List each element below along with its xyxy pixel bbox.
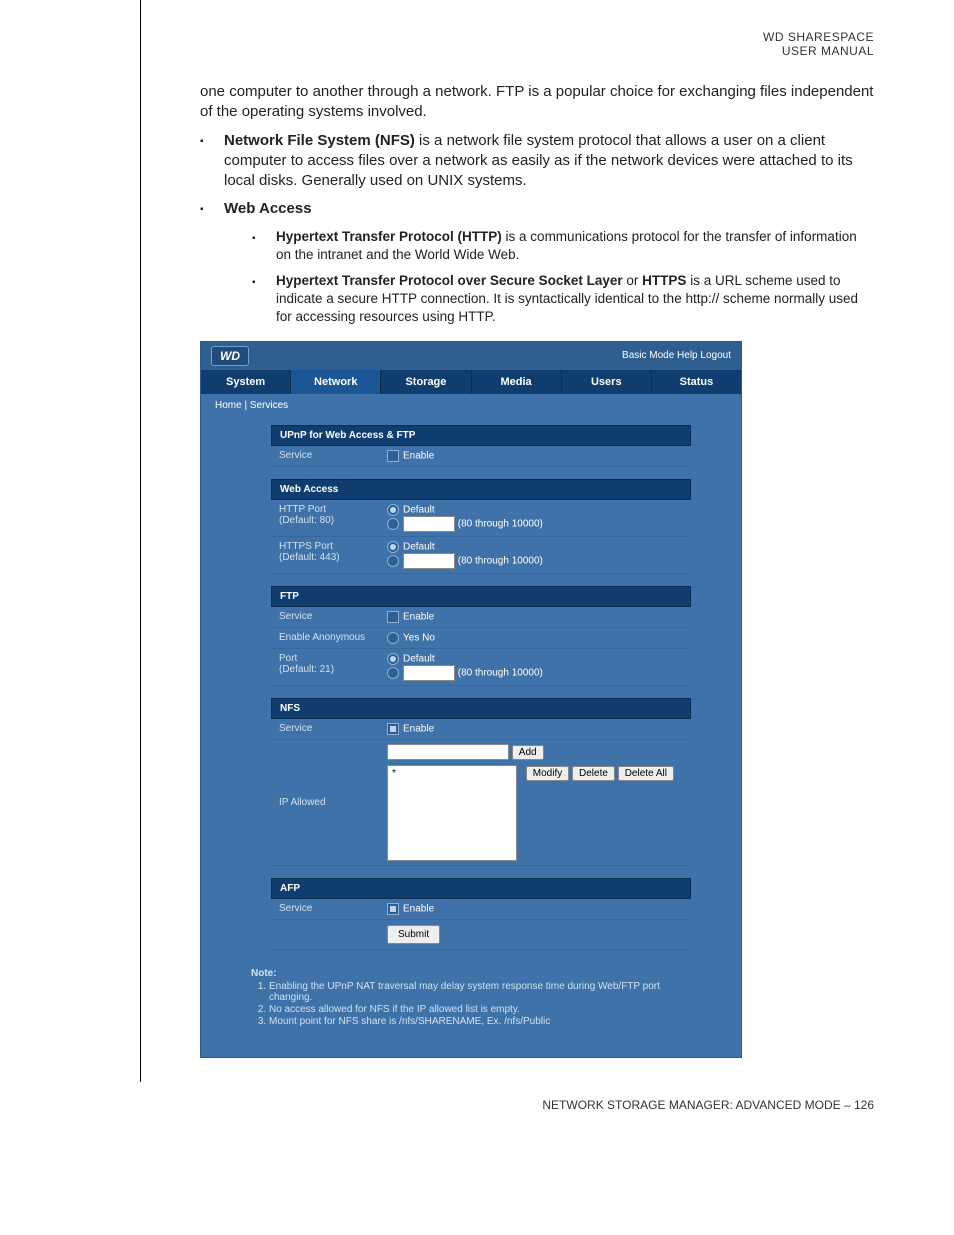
header-line1: WD SHARESPACE bbox=[140, 30, 874, 44]
label-enable: Enable bbox=[403, 723, 434, 734]
section-upnp: UPnP for Web Access & FTP bbox=[271, 425, 691, 446]
delete-button[interactable]: Delete bbox=[572, 766, 615, 781]
notes-title: Note: bbox=[251, 968, 691, 979]
tab-media[interactable]: Media bbox=[472, 370, 562, 394]
http-custom-radio[interactable] bbox=[387, 518, 399, 530]
nfs-item: Network File System (NFS) is a network f… bbox=[224, 131, 874, 192]
section-afp: AFP bbox=[271, 878, 691, 899]
doc-header: WD SHARESPACE USER MANUAL bbox=[140, 30, 874, 58]
nfs-title: Network File System (NFS) bbox=[224, 132, 415, 149]
bullet-icon: ▪ bbox=[252, 272, 276, 327]
label-http-default: (Default: 80) bbox=[279, 515, 371, 526]
ip-listbox[interactable]: * bbox=[387, 765, 517, 861]
label-port: Port bbox=[279, 653, 371, 664]
label-enable: Enable bbox=[403, 450, 434, 461]
top-links[interactable]: Basic Mode Help Logout bbox=[622, 350, 731, 361]
delete-all-button[interactable]: Delete All bbox=[618, 766, 674, 781]
bullet-icon: ▪ bbox=[200, 199, 224, 326]
label-https-default: (Default: 443) bbox=[279, 552, 371, 563]
anon-yes-radio[interactable] bbox=[387, 632, 399, 644]
label-yes: Yes bbox=[403, 632, 419, 643]
label-enable: Enable bbox=[403, 611, 434, 622]
breadcrumb[interactable]: Home | Services bbox=[201, 394, 741, 417]
label-service: Service bbox=[271, 446, 379, 467]
page-footer: NETWORK STORAGE MANAGER: ADVANCED MODE –… bbox=[140, 1098, 874, 1112]
ftp-enable-checkbox[interactable] bbox=[387, 611, 399, 623]
add-button[interactable]: Add bbox=[512, 745, 544, 760]
web-title: Web Access bbox=[224, 200, 312, 217]
tab-status[interactable]: Status bbox=[652, 370, 741, 394]
tab-users[interactable]: Users bbox=[562, 370, 652, 394]
http-port-input[interactable] bbox=[403, 516, 455, 532]
bullet-icon: ▪ bbox=[252, 228, 276, 264]
ip-input[interactable] bbox=[387, 744, 509, 760]
http-default-radio[interactable] bbox=[387, 504, 399, 516]
label-https-port: HTTPS Port bbox=[279, 541, 371, 552]
wd-logo: WD bbox=[211, 346, 249, 366]
note-1: Enabling the UPnP NAT traversal may dela… bbox=[269, 981, 691, 1003]
label-default: Default bbox=[403, 504, 435, 515]
https-title: Hypertext Transfer Protocol over Secure … bbox=[276, 273, 623, 288]
http-title: Hypertext Transfer Protocol (HTTP) bbox=[276, 229, 502, 244]
label-range: (80 through 10000) bbox=[458, 667, 543, 678]
https-port-input[interactable] bbox=[403, 553, 455, 569]
label-ip-allowed: IP Allowed bbox=[271, 739, 379, 865]
label-range: (80 through 10000) bbox=[458, 518, 543, 529]
tab-network[interactable]: Network bbox=[291, 370, 381, 394]
tab-system[interactable]: System bbox=[201, 370, 291, 394]
https-or: or bbox=[623, 273, 643, 288]
label-range: (80 through 10000) bbox=[458, 555, 543, 566]
label-no: No bbox=[422, 632, 435, 643]
label-service: Service bbox=[271, 607, 379, 628]
label-default: Default bbox=[403, 541, 435, 552]
label-enable: Enable bbox=[403, 903, 434, 914]
label-service: Service bbox=[271, 899, 379, 920]
afp-enable-checkbox[interactable] bbox=[387, 903, 399, 915]
submit-button[interactable]: Submit bbox=[387, 925, 440, 944]
section-ftp: FTP bbox=[271, 586, 691, 607]
modify-button[interactable]: Modify bbox=[526, 766, 569, 781]
header-line2: USER MANUAL bbox=[140, 44, 874, 58]
section-web: Web Access bbox=[271, 479, 691, 500]
label-anonymous: Enable Anonymous bbox=[271, 627, 379, 648]
label-default: Default bbox=[403, 653, 435, 664]
note-3: Mount point for NFS share is /nfs/SHAREN… bbox=[269, 1016, 691, 1027]
ftp-default-radio[interactable] bbox=[387, 653, 399, 665]
upnp-enable-checkbox[interactable] bbox=[387, 450, 399, 462]
note-2: No access allowed for NFS if the IP allo… bbox=[269, 1004, 691, 1015]
tab-storage[interactable]: Storage bbox=[381, 370, 471, 394]
section-nfs: NFS bbox=[271, 698, 691, 719]
ftp-port-input[interactable] bbox=[403, 665, 455, 681]
https-default-radio[interactable] bbox=[387, 541, 399, 553]
label-service: Service bbox=[271, 719, 379, 740]
ftp-custom-radio[interactable] bbox=[387, 667, 399, 679]
nfs-enable-checkbox[interactable] bbox=[387, 723, 399, 735]
label-http-port: HTTP Port bbox=[279, 504, 371, 515]
bullet-icon: ▪ bbox=[200, 131, 224, 192]
https-bold: HTTPS bbox=[642, 273, 686, 288]
https-item: Hypertext Transfer Protocol over Secure … bbox=[276, 272, 874, 327]
https-custom-radio[interactable] bbox=[387, 555, 399, 567]
ftp-continuation: one computer to another through a networ… bbox=[200, 82, 874, 123]
label-port-default: (Default: 21) bbox=[279, 664, 371, 675]
http-item: Hypertext Transfer Protocol (HTTP) is a … bbox=[276, 228, 874, 264]
